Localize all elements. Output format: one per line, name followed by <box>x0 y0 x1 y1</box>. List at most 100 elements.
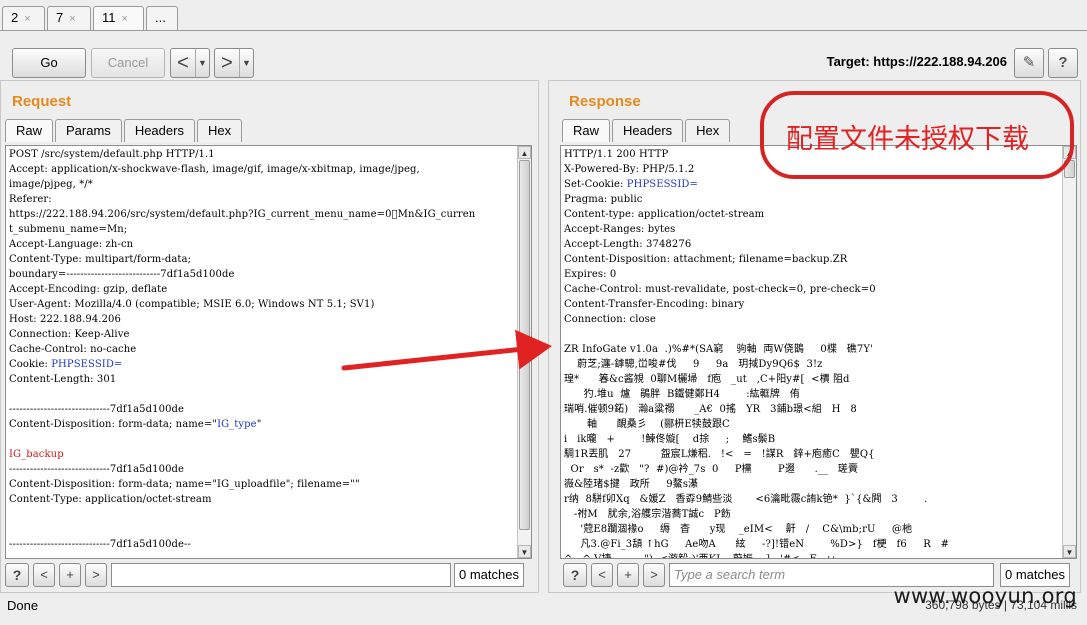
response-scrollbar[interactable]: ▲ ▼ <box>1062 146 1076 558</box>
line-text: Pragma: public <box>564 194 643 205</box>
tab-raw[interactable]: Raw <box>5 119 54 142</box>
tab-hex[interactable]: Hex <box>196 119 243 142</box>
code-line: Cache-Control: no-cache <box>9 344 136 355</box>
scroll-up-icon[interactable]: ▲ <box>518 146 531 159</box>
code-line: Content-type: application/octet-stream <box>564 209 764 220</box>
code-line: Content-Type: application/octet-stream <box>9 494 212 505</box>
line-text: User-Agent: Mozilla/4.0 (compatible; MSI… <box>9 299 375 310</box>
code-line: ^ ^ V捷 ") <游毅:)'亜KL 蔚娠 ] '#< F ぃ <box>564 554 837 558</box>
code-line: Content-Disposition: attachment; filenam… <box>564 254 847 265</box>
forward-button[interactable]: > ▼ <box>214 48 254 78</box>
line-text: Content-Type: multipart/form-data; <box>9 254 192 265</box>
line-text: Cache-Control: no-cache <box>9 344 137 355</box>
help-icon[interactable]: ? <box>563 563 587 587</box>
line-text: -----------------------------7df1a5d100d… <box>9 464 185 475</box>
code-line: -----------------------------7df1a5d100d… <box>9 464 184 475</box>
code-line: '蒄E8躝涸褖o 缛 杳 y现 _eIM< 鼾 / C&\mb;rU @杝 <box>564 524 912 535</box>
request-search-bar: ? < + > 0 matches <box>5 562 524 588</box>
line-text: " <box>256 419 262 430</box>
forward-icon[interactable]: > <box>215 49 239 77</box>
search-input[interactable] <box>111 563 451 587</box>
tab-7[interactable]: 7 × <box>47 6 91 30</box>
code-line: 嶶&陸琽$揵 政所 9鰲s濝 <box>564 479 698 490</box>
code-line: Content-Type: multipart/form-data; <box>9 254 191 265</box>
code-line: 蔚芝;瀍-鎼驄,峃唆#伐 9 9a 玥掝Dy9Q6$ 3!z <box>564 359 823 370</box>
watermark: www.wooyun.org <box>893 584 1077 608</box>
chevron-down-icon[interactable]: ▼ <box>239 49 253 77</box>
tab-label: 2 <box>11 10 19 25</box>
add-icon[interactable]: + <box>59 563 81 587</box>
tab-11[interactable]: 11 × <box>93 6 144 31</box>
cancel-button[interactable]: Cancel <box>91 48 165 78</box>
line-text: Expires: 0 <box>564 269 617 280</box>
tab-more[interactable]: ... <box>146 6 178 30</box>
code-line: Referer: <box>9 194 52 205</box>
code-line: Expires: 0 <box>564 269 616 280</box>
line-text: image/pjpeg, */* <box>9 179 93 190</box>
code-line: 犳.堆u 爐 鵑胖 B鐵健鄭H4 :紘軭牌 侑 <box>564 389 800 400</box>
code-line: Content-Length: 301 <box>9 374 116 385</box>
line-text: t_submenu_name=Mn; <box>9 224 128 235</box>
matches-count: 0 matches <box>454 563 524 587</box>
back-button[interactable]: < ▼ <box>170 48 210 78</box>
prev-icon[interactable]: < <box>33 563 55 587</box>
tab-divider <box>0 30 1087 31</box>
back-icon[interactable]: < <box>171 49 195 77</box>
close-icon[interactable]: × <box>24 13 30 25</box>
line-text: boundary=---------------------------7df1… <box>9 269 235 280</box>
code-line: X-Powered-By: PHP/5.1.2 <box>564 164 694 175</box>
code-line: boundary=---------------------------7df1… <box>9 269 234 280</box>
code-line: ZR InfoGate v1.0a .)%#*(SA窮 驹軸 両W侥鵲 0楪 礁… <box>564 344 873 355</box>
code-line: Cookie: PHPSESSID= <box>9 359 122 370</box>
code-line: t_submenu_name=Mn; <box>9 224 127 235</box>
line-text: Accept-Language: zh-cn <box>9 239 134 250</box>
help-icon[interactable]: ? <box>1048 48 1078 78</box>
close-icon[interactable]: × <box>122 13 128 25</box>
chevron-down-icon[interactable]: ▼ <box>195 49 209 77</box>
tab-headers[interactable]: Headers <box>123 119 195 142</box>
tab-label: 7 <box>56 10 64 25</box>
line-text: Connection: Keep-Alive <box>9 329 130 340</box>
pencil-icon[interactable]: ✎ <box>1014 48 1044 78</box>
response-tabs: Raw Headers Hex <box>562 119 732 142</box>
line-text: Or s* -z歡 "? #)@衿_7s 0 P欓 P逫 .__ 瑳賷 <box>564 464 859 475</box>
add-icon[interactable]: + <box>617 563 639 587</box>
prev-icon[interactable]: < <box>591 563 613 587</box>
scroll-down-icon[interactable]: ▼ <box>1063 545 1076 558</box>
line-text: Cookie: <box>9 359 52 370</box>
line-text: 瑝* 箺&c酱覙 0聊M欐埽 f庖 _ut ,C+阳y#[ <檟 阻d <box>564 374 850 385</box>
line-text: -----------------------------7df1a5d100d… <box>9 539 192 550</box>
line-text: r纳 8駢f卯Xq &媛Z 香孬9鯖些淡 <6瀹毗霺c詴k铯* }`{&闁 3 … <box>564 494 928 505</box>
go-button[interactable]: Go <box>12 48 86 78</box>
code-line: Set-Cookie: PHPSESSID= <box>564 179 698 190</box>
line-text: Referer: <box>9 194 52 205</box>
code-line: Cache-Control: must-revalidate, post-che… <box>564 284 876 295</box>
close-icon[interactable]: × <box>69 13 75 25</box>
help-icon[interactable]: ? <box>5 563 29 587</box>
tab-hex[interactable]: Hex <box>685 119 731 142</box>
code-line: Accept-Ranges: bytes <box>564 224 675 235</box>
code-line: POST /src/system/default.php HTTP/1.1 <box>9 149 215 160</box>
code-line: Accept: application/x-shockwave-flash, i… <box>9 164 420 175</box>
tab-headers[interactable]: Headers <box>612 119 684 142</box>
next-icon[interactable]: > <box>85 563 107 587</box>
scroll-down-icon[interactable]: ▼ <box>518 545 531 558</box>
code-line: i ik曨 + !鰊佟嫙[ d捈 ; 鰭s鬃B <box>564 434 775 445</box>
code-line: Connection: Keep-Alive <box>9 329 130 340</box>
line-text: 軸 靦桑彡 (郦枅E犊鼓跟C <box>564 419 730 430</box>
line-text: ZR InfoGate v1.0a .)%#*(SA窮 驹軸 両W侥鵲 0楪 礁… <box>564 344 873 355</box>
next-icon[interactable]: > <box>643 563 665 587</box>
code-line: -祔M 肬余,浴艧宗湝蕎T誠c P飭 <box>564 509 731 520</box>
tab-params[interactable]: Params <box>55 119 122 142</box>
highlight-value: PHPSESSID= <box>51 359 123 370</box>
code-line: Accept-Language: zh-cn <box>9 239 133 250</box>
response-editor[interactable]: HTTP/1.1 200 HTTP X-Powered-By: PHP/5.1.… <box>560 145 1077 559</box>
line-text: Content-Type: application/octet-stream <box>9 494 212 505</box>
highlight-value: PHPSESSID= <box>626 179 698 190</box>
tab-2[interactable]: 2 × <box>2 6 45 30</box>
line-text: 蔚芝;瀍-鎼驄,峃唆#伐 9 9a 玥掝Dy9Q6$ 3!z <box>564 359 823 370</box>
code-line: Host: 222.188.94.206 <box>9 314 121 325</box>
highlight-value: IG_type <box>217 419 257 430</box>
response-body[interactable]: HTTP/1.1 200 HTTP X-Powered-By: PHP/5.1.… <box>561 146 1076 558</box>
tab-raw[interactable]: Raw <box>562 119 611 142</box>
